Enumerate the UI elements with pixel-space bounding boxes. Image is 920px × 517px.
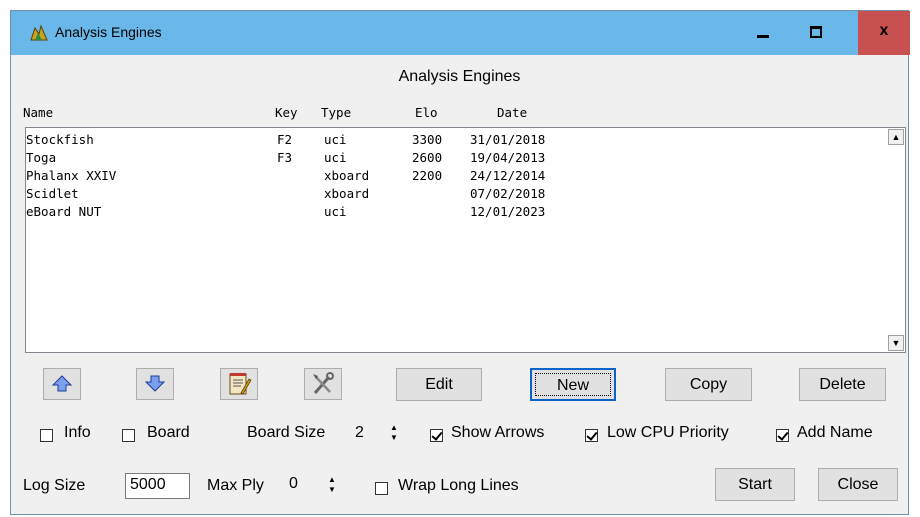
maximize-button[interactable]: [790, 11, 842, 55]
board-size-input[interactable]: 2: [351, 422, 381, 446]
new-button[interactable]: New: [530, 368, 616, 401]
engine-type: uci: [324, 150, 347, 165]
engine-row[interactable]: Phalanx XXIV xboard 2200 24/12/2014: [26, 168, 886, 186]
engine-row[interactable]: eBoard NUT uci 12/01/2023: [26, 204, 886, 222]
column-header-name[interactable]: Name: [23, 105, 53, 120]
column-header-key[interactable]: Key: [275, 105, 298, 120]
engine-row[interactable]: Stockfish F2 uci 3300 31/01/2018: [26, 132, 886, 150]
engine-name: eBoard NUT: [26, 204, 102, 219]
board-size-label: Board Size: [247, 424, 326, 441]
arrow-down-icon: [144, 375, 166, 392]
column-header-date[interactable]: Date: [497, 105, 527, 120]
arrow-up-icon: [51, 375, 73, 392]
board-label: Board: [147, 424, 190, 441]
low-cpu-label: Low CPU Priority: [607, 424, 729, 441]
engine-row[interactable]: Toga F3 uci 2600 19/04/2013: [26, 150, 886, 168]
copy-button[interactable]: Copy: [665, 368, 752, 401]
engine-key: F2: [277, 132, 293, 147]
maximize-icon: [810, 26, 822, 38]
show-arrows-label: Show Arrows: [451, 424, 545, 441]
minimize-icon: [757, 35, 769, 38]
wrap-lines-checkbox[interactable]: [375, 482, 388, 495]
engine-type: xboard: [324, 186, 370, 201]
low-cpu-checkbox[interactable]: [585, 429, 598, 442]
engine-name: Toga: [26, 150, 57, 165]
close-button[interactable]: Close: [818, 468, 898, 501]
max-ply-label: Max Ply: [207, 477, 264, 494]
tools-icon: [313, 372, 334, 394]
title-bar[interactable]: Analysis Engines x: [11, 11, 910, 55]
notepad-icon: [229, 373, 252, 395]
wrap-lines-label: Wrap Long Lines: [398, 477, 519, 494]
add-name-label: Add Name: [797, 424, 873, 441]
delete-button[interactable]: Delete: [799, 368, 886, 401]
engine-type: uci: [324, 204, 347, 219]
column-header-elo[interactable]: Elo: [415, 105, 438, 120]
engine-name: Stockfish: [26, 132, 94, 147]
engine-elo: 3300: [412, 132, 443, 147]
engine-date: 12/01/2023: [470, 204, 546, 219]
max-ply-input[interactable]: 0: [285, 473, 320, 499]
max-ply-spinner[interactable]: ▲ ▼: [324, 475, 340, 499]
engine-list[interactable]: Stockfish F2 uci 3300 31/01/2018 Toga F3…: [25, 127, 906, 353]
engine-type: xboard: [324, 168, 370, 183]
app-logo-icon: [29, 24, 49, 42]
move-down-button[interactable]: [136, 368, 174, 400]
engine-key: F3: [277, 150, 293, 165]
edit-button[interactable]: Edit: [396, 368, 482, 401]
column-header-type[interactable]: Type: [321, 105, 351, 120]
move-up-button[interactable]: [43, 368, 81, 400]
board-checkbox[interactable]: [122, 429, 135, 442]
engine-date: 31/01/2018: [470, 132, 546, 147]
edit-config-button[interactable]: [220, 368, 258, 400]
log-size-label: Log Size: [23, 477, 86, 494]
log-size-input[interactable]: 5000: [125, 473, 190, 499]
show-arrows-checkbox[interactable]: [430, 429, 443, 442]
board-size-spinner[interactable]: ▲ ▼: [386, 423, 402, 447]
engine-date: 07/02/2018: [470, 186, 546, 201]
scroll-down-button[interactable]: ▼: [888, 335, 904, 351]
engine-name: Phalanx XXIV: [26, 168, 117, 183]
add-name-checkbox[interactable]: [776, 429, 789, 442]
engine-row[interactable]: Scidlet xboard 07/02/2018: [26, 186, 886, 204]
engine-elo: 2600: [412, 150, 443, 165]
close-window-button[interactable]: x: [858, 11, 910, 55]
configure-tools-button[interactable]: [304, 368, 342, 400]
info-checkbox[interactable]: [40, 429, 53, 442]
engine-name: Scidlet: [26, 186, 79, 201]
start-button[interactable]: Start: [715, 468, 795, 501]
window-title: Analysis Engines: [55, 24, 162, 40]
scroll-up-button[interactable]: ▲: [888, 129, 904, 145]
minimize-button[interactable]: [737, 11, 789, 55]
analysis-engines-window: Analysis Engines x Analysis Engines Name…: [10, 10, 910, 515]
list-scrollbar[interactable]: ▲ ▼: [887, 128, 905, 352]
engine-date: 24/12/2014: [470, 168, 546, 183]
engine-date: 19/04/2013: [470, 150, 546, 165]
close-icon: x: [879, 22, 889, 39]
engine-elo: 2200: [412, 168, 443, 183]
engine-type: uci: [324, 132, 347, 147]
dialog-heading: Analysis Engines: [398, 68, 521, 85]
info-label: Info: [64, 424, 91, 441]
